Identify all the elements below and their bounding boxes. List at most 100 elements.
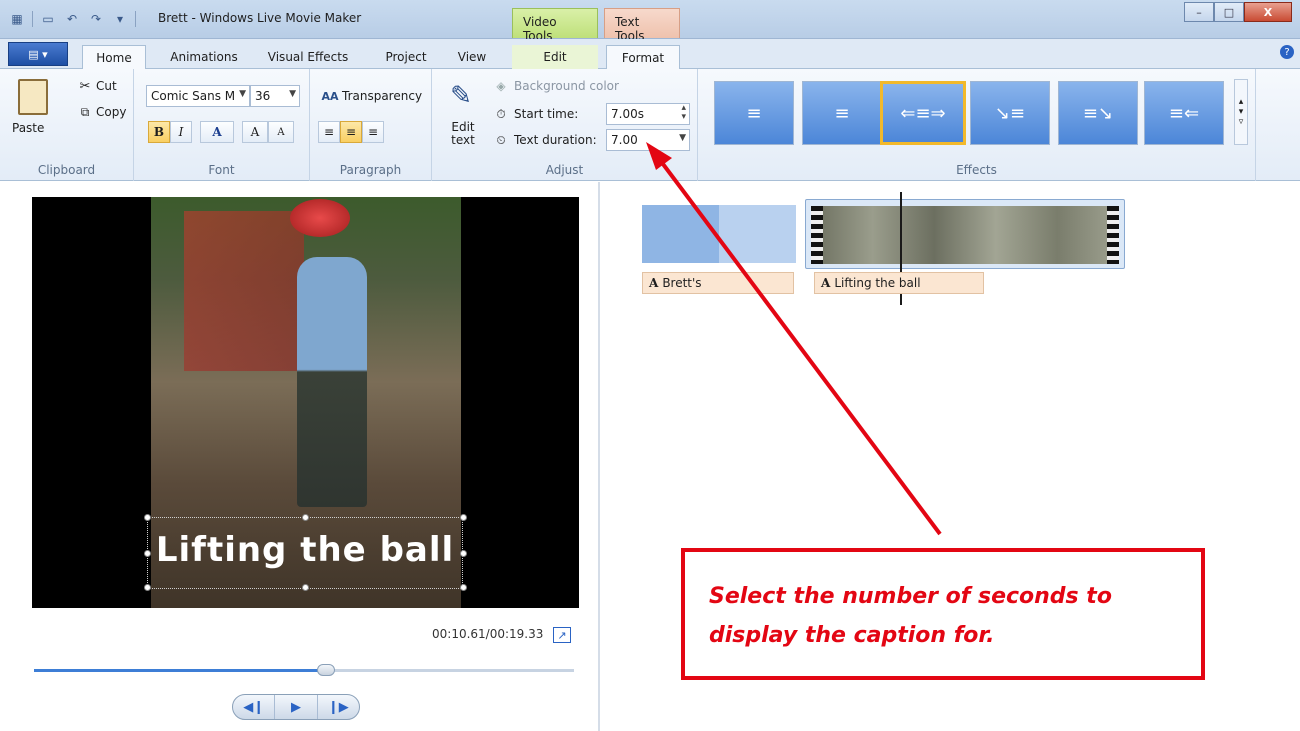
- align-right-icon: ≡: [367, 125, 379, 139]
- cut-button[interactable]: Cut: [96, 79, 117, 93]
- expand-preview-icon[interactable]: ↗: [553, 627, 571, 643]
- align-center-button[interactable]: ≡: [340, 121, 362, 143]
- ribbon-tab-row: ▤ ▾ Home Animations Visual Effects Proje…: [0, 39, 1300, 70]
- font-group: Comic Sans M ▼ 36 ▼ B I A A A Font: [134, 69, 310, 181]
- annotation-text: Select the number of seconds to display …: [709, 584, 1112, 648]
- chevron-down-icon: ▼: [289, 89, 296, 99]
- video-preview[interactable]: Lifting the ball: [32, 197, 579, 608]
- tab-format[interactable]: Format: [606, 45, 680, 70]
- resize-handle[interactable]: [460, 550, 467, 557]
- spinner-icon[interactable]: ▴ ▾: [681, 104, 686, 122]
- adjust-group-label: Adjust: [545, 163, 584, 177]
- align-left-button[interactable]: ≡: [318, 121, 340, 143]
- tab-view[interactable]: View: [448, 45, 496, 69]
- background-color-button[interactable]: Background color: [514, 79, 619, 93]
- caption-chip-label: Lifting the ball: [834, 276, 921, 290]
- grow-font-button[interactable]: A: [242, 121, 268, 143]
- transparency-icon: AA: [321, 89, 339, 103]
- app-film-icon[interactable]: ▦: [8, 10, 26, 28]
- save-icon[interactable]: ▭: [39, 10, 57, 28]
- bold-button[interactable]: B: [148, 121, 170, 143]
- title-clip-left: [642, 205, 719, 263]
- tab-animations[interactable]: Animations: [160, 45, 248, 69]
- tab-edit[interactable]: Edit: [512, 45, 598, 69]
- effects-group-label: Effects: [956, 163, 997, 177]
- effect-thumbnail-selected[interactable]: ⇐≡⇒: [880, 81, 966, 145]
- previous-frame-button[interactable]: ◀❙: [233, 695, 276, 719]
- film-strip-right: [1107, 206, 1119, 264]
- context-tab-video-tools[interactable]: Video Tools: [512, 8, 598, 43]
- effect-thumbnail[interactable]: ↘≡: [970, 81, 1050, 145]
- play-button[interactable]: ▶: [275, 695, 318, 719]
- edit-text-button[interactable]: Edit text: [446, 121, 480, 147]
- redo-icon[interactable]: ↷: [87, 10, 105, 28]
- start-time-label: Start time:: [514, 107, 579, 121]
- minimize-button[interactable]: –: [1184, 2, 1214, 22]
- font-color-button[interactable]: A: [200, 121, 234, 143]
- clipboard-group-label: Clipboard: [37, 163, 96, 177]
- caption-text[interactable]: Lifting the ball: [148, 530, 462, 570]
- tab-visual-effects[interactable]: Visual Effects: [262, 45, 354, 69]
- caption-chip[interactable]: A Brett's: [642, 272, 794, 294]
- resize-handle[interactable]: [460, 514, 467, 521]
- start-time-stepper[interactable]: 7.00s ▴ ▾: [606, 103, 690, 125]
- effects-scroll-icon[interactable]: ▴ ▾ ▿: [1234, 79, 1248, 145]
- ribbon: Paste ✂ Cut ⧉ Copy Clipboard Comic Sans …: [0, 69, 1300, 181]
- chevron-down-icon: ▼: [679, 133, 686, 143]
- effect-center-lines-icon: ≡: [746, 102, 762, 124]
- effect-thumbnail[interactable]: ≡⇐: [1144, 81, 1224, 145]
- resize-handle[interactable]: [302, 584, 309, 591]
- seek-bar[interactable]: [34, 664, 574, 676]
- close-button[interactable]: X: [1244, 2, 1292, 22]
- caption-chip[interactable]: A Lifting the ball: [814, 272, 984, 294]
- caption-icon: A: [649, 276, 659, 290]
- resize-handle[interactable]: [144, 514, 151, 521]
- help-icon[interactable]: ?: [1280, 45, 1294, 59]
- title-clip[interactable]: [642, 205, 796, 263]
- transparency-button[interactable]: Transparency: [342, 89, 422, 103]
- caption-text-box[interactable]: Lifting the ball: [144, 514, 467, 591]
- title-bar: ▦ ▭ ↶ ↷ ▾ Brett - Windows Live Movie Mak…: [0, 0, 1300, 43]
- text-duration-label: Text duration:: [514, 133, 597, 147]
- resize-handle[interactable]: [302, 514, 309, 521]
- effect-thumbnail[interactable]: ≡↘: [1058, 81, 1138, 145]
- context-tab-text-tools[interactable]: Text Tools: [604, 8, 680, 43]
- customize-qat-icon[interactable]: ▾: [111, 10, 129, 28]
- tab-project[interactable]: Project: [376, 45, 436, 69]
- play-icon: ▶: [290, 699, 301, 715]
- film-strip-left: [811, 206, 823, 264]
- resize-handle[interactable]: [144, 550, 151, 557]
- tab-home[interactable]: Home: [82, 45, 146, 70]
- timecode: 00:10.61/00:19.33: [432, 627, 544, 641]
- edit-text-icon[interactable]: ✎: [446, 81, 476, 111]
- video-clip[interactable]: [805, 199, 1125, 269]
- italic-button[interactable]: I: [170, 121, 192, 143]
- resize-handle[interactable]: [460, 584, 467, 591]
- align-center-icon: ≡: [345, 125, 357, 139]
- seek-thumb[interactable]: [316, 664, 335, 676]
- maximize-button[interactable]: □: [1214, 2, 1244, 22]
- effect-thumbnail[interactable]: ≡: [802, 81, 882, 145]
- font-family-value: Comic Sans M: [151, 89, 236, 103]
- shrink-font-button[interactable]: A: [268, 121, 294, 143]
- resize-handle[interactable]: [144, 584, 151, 591]
- window-controls: – □ X: [1184, 2, 1292, 22]
- pane-divider[interactable]: [598, 182, 600, 731]
- undo-icon[interactable]: ↶: [63, 10, 81, 28]
- effect-slide-left-icon: ≡⇐: [1168, 102, 1200, 124]
- effect-thumbnail[interactable]: ≡: [714, 81, 794, 145]
- font-size-select[interactable]: 36 ▼: [250, 85, 300, 107]
- qat-separator: [32, 11, 33, 27]
- text-duration-select[interactable]: 7.00 ▼: [606, 129, 690, 151]
- next-frame-button[interactable]: ❙▶: [318, 695, 359, 719]
- copy-button[interactable]: Copy: [96, 105, 126, 119]
- effect-fly-in-icon: ↘≡: [994, 102, 1026, 124]
- duration-icon: ⏲: [496, 132, 506, 147]
- paste-button[interactable]: Paste: [12, 121, 44, 135]
- font-family-select[interactable]: Comic Sans M ▼: [146, 85, 250, 107]
- effect-fly-out-icon: ≡↘: [1082, 102, 1114, 124]
- paste-icon[interactable]: [18, 79, 48, 115]
- cut-icon: ✂: [79, 78, 91, 94]
- application-menu-button[interactable]: ▤ ▾: [8, 42, 68, 66]
- align-right-button[interactable]: ≡: [362, 121, 384, 143]
